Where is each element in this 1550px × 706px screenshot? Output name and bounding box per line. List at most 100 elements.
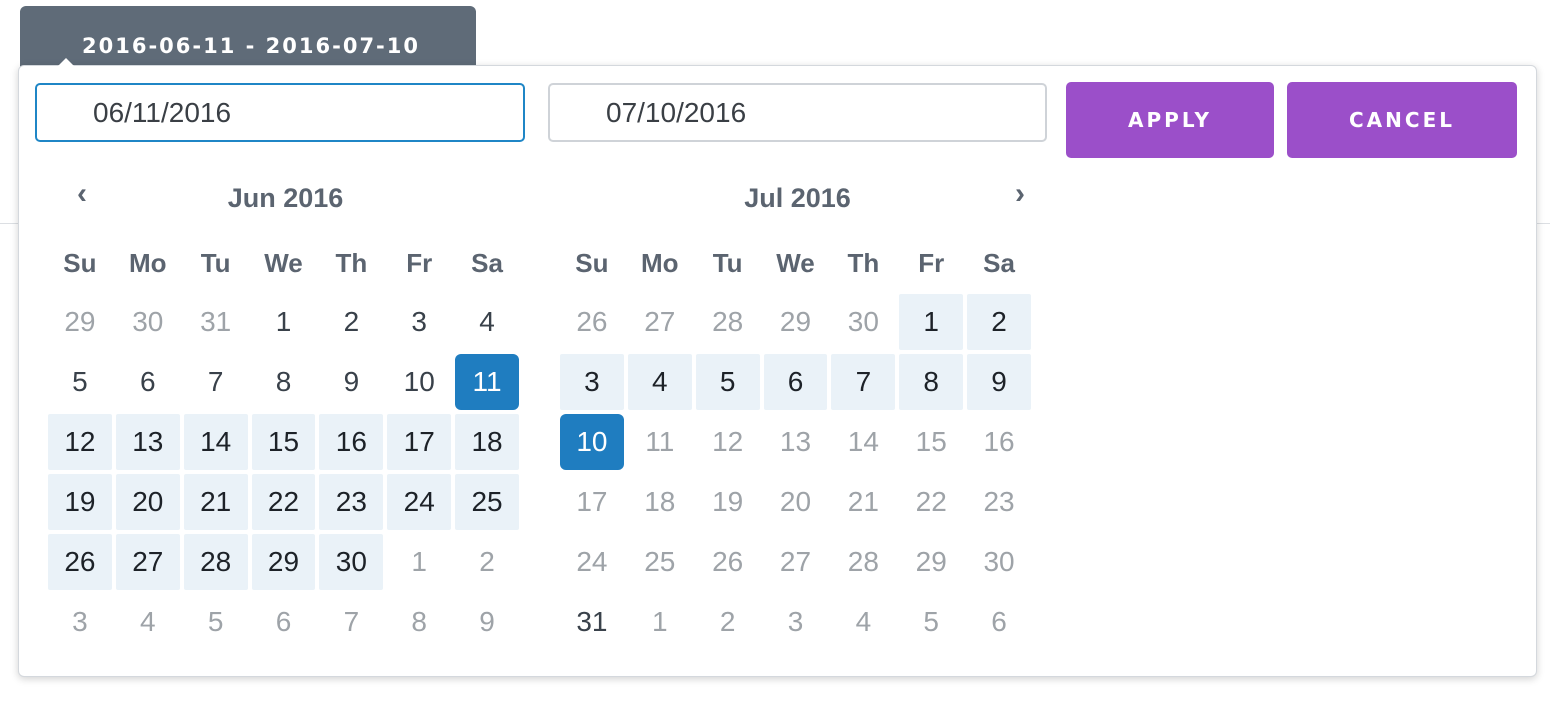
day-cell[interactable]: 26 — [696, 534, 760, 590]
day-cell[interactable]: 24 — [387, 474, 452, 530]
day-cell[interactable]: 9 — [319, 354, 383, 410]
weekday-label: Th — [847, 247, 880, 278]
day-cell[interactable]: 7 — [831, 354, 896, 410]
day-cell[interactable]: 3 — [48, 594, 112, 650]
day-cell[interactable]: 27 — [764, 534, 828, 590]
week-row: 19 20 21 22 23 24 25 — [48, 474, 519, 530]
day-cell[interactable]: 4 — [627, 354, 692, 410]
day-cell[interactable]: 30 — [967, 534, 1031, 590]
day-cell[interactable]: 1 — [252, 294, 316, 350]
day-cell[interactable]: 27 — [628, 294, 692, 350]
day-cell[interactable]: 22 — [899, 474, 963, 530]
day-cell[interactable]: 19 — [696, 474, 760, 530]
day-cell[interactable]: 10 — [387, 354, 451, 410]
day-cell[interactable]: 19 — [48, 474, 112, 530]
end-date-input[interactable] — [548, 83, 1047, 142]
day-cell[interactable]: 14 — [831, 414, 895, 470]
day-cell[interactable]: 26 — [560, 294, 624, 350]
day-cell[interactable]: 20 — [115, 474, 180, 530]
day-cell[interactable]: 8 — [387, 594, 451, 650]
month-title: Jun 2016 — [227, 183, 344, 213]
day-cell[interactable]: 9 — [455, 594, 519, 650]
day-cell[interactable]: 3 — [764, 594, 828, 650]
day-cell[interactable]: 2 — [967, 294, 1031, 350]
day-cell[interactable]: 5 — [899, 594, 963, 650]
week-row: 26 27 28 29 30 1 2 — [48, 534, 519, 590]
day-cell[interactable]: 21 — [831, 474, 895, 530]
weekday-label: Tu — [712, 247, 743, 278]
day-cell[interactable]: 7 — [319, 594, 383, 650]
week-row: 3456789 — [48, 594, 519, 650]
day-cell[interactable]: 3 — [387, 294, 451, 350]
day-cell[interactable]: 3 — [560, 354, 624, 410]
day-cell[interactable]: 1 — [628, 594, 692, 650]
day-cell[interactable]: 4 — [116, 594, 180, 650]
day-cell[interactable]: 18 — [628, 474, 692, 530]
day-cell[interactable]: 24 — [560, 534, 624, 590]
day-cell[interactable]: 30 — [831, 294, 895, 350]
day-cell[interactable]: 1 — [899, 294, 964, 350]
apply-button[interactable]: APPLY — [1066, 82, 1274, 158]
day-cell[interactable]: 23 — [319, 474, 384, 530]
day-cell[interactable]: 30 — [116, 294, 180, 350]
day-cell[interactable]: 20 — [764, 474, 828, 530]
day-cell[interactable]: 29 — [251, 534, 316, 590]
day-cell-selected[interactable]: 10 — [560, 414, 624, 470]
day-cell[interactable]: 30 — [319, 534, 384, 590]
day-cell[interactable]: 11 — [628, 414, 692, 470]
day-cell[interactable]: 27 — [115, 534, 180, 590]
day-cell[interactable]: 25 — [455, 474, 519, 530]
day-cell[interactable]: 6 — [763, 354, 828, 410]
day-cell[interactable]: 5 — [695, 354, 760, 410]
chevron-left-icon[interactable]: ‹ — [62, 176, 102, 216]
day-cell[interactable]: 6 — [967, 594, 1031, 650]
day-cell[interactable]: 13 — [115, 414, 180, 470]
day-cell[interactable]: 15 — [899, 414, 963, 470]
day-cell[interactable]: 4 — [455, 294, 519, 350]
day-cell[interactable]: 8 — [899, 354, 964, 410]
day-cell[interactable]: 16 — [319, 414, 384, 470]
week-row: 3456789 — [560, 354, 1031, 410]
day-cell[interactable]: 8 — [252, 354, 316, 410]
day-cell[interactable]: 2 — [696, 594, 760, 650]
day-cell[interactable]: 6 — [252, 594, 316, 650]
date-range-toggle[interactable]: 2016-06-11 - 2016-07-10 — [20, 6, 476, 74]
day-cell[interactable]: 31 — [560, 594, 624, 650]
day-cell[interactable]: 17 — [387, 414, 452, 470]
day-cell[interactable]: 1 — [387, 534, 451, 590]
day-cell[interactable]: 22 — [251, 474, 316, 530]
day-cell[interactable]: 7 — [184, 354, 248, 410]
weekday-label: Su — [63, 247, 97, 278]
chevron-right-icon[interactable]: › — [1000, 176, 1040, 216]
day-cell[interactable]: 17 — [560, 474, 624, 530]
day-cell[interactable]: 5 — [48, 354, 112, 410]
day-cell[interactable]: 4 — [831, 594, 895, 650]
day-cell[interactable]: 9 — [967, 354, 1031, 410]
day-cell[interactable]: 13 — [764, 414, 828, 470]
day-cell[interactable]: 2 — [455, 534, 519, 590]
weekday-label: Fr — [918, 247, 945, 278]
day-cell[interactable]: 6 — [116, 354, 180, 410]
day-cell[interactable]: 29 — [48, 294, 112, 350]
day-cell[interactable]: 23 — [967, 474, 1031, 530]
day-cell[interactable]: 16 — [967, 414, 1031, 470]
day-cell[interactable]: 28 — [696, 294, 760, 350]
day-cell[interactable]: 5 — [184, 594, 248, 650]
day-cell[interactable]: 21 — [183, 474, 248, 530]
day-cell[interactable]: 29 — [764, 294, 828, 350]
start-date-input[interactable] — [35, 83, 525, 142]
day-cell[interactable]: 28 — [831, 534, 895, 590]
day-cell[interactable]: 25 — [628, 534, 692, 590]
day-cell[interactable]: 31 — [184, 294, 248, 350]
day-cell[interactable]: 12 — [48, 414, 112, 470]
day-cell[interactable]: 14 — [183, 414, 248, 470]
day-cell[interactable]: 15 — [251, 414, 316, 470]
day-cell[interactable]: 29 — [899, 534, 963, 590]
day-cell[interactable]: 28 — [183, 534, 248, 590]
day-cell[interactable]: 26 — [48, 534, 112, 590]
day-cell[interactable]: 12 — [696, 414, 760, 470]
day-cell-selected[interactable]: 11 — [455, 354, 519, 410]
cancel-button[interactable]: CANCEL — [1287, 82, 1517, 158]
day-cell[interactable]: 2 — [319, 294, 383, 350]
day-cell[interactable]: 18 — [455, 414, 519, 470]
